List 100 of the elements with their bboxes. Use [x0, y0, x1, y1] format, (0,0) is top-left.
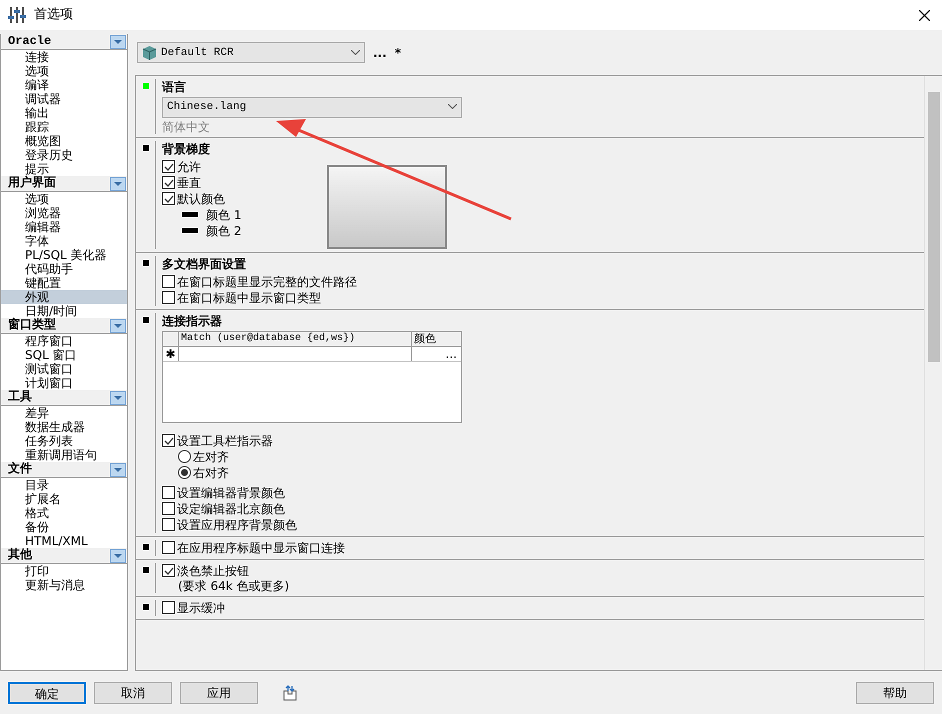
dialog-button[interactable]: 确定: [8, 682, 86, 704]
sidebar-item[interactable]: 登录历史: [1, 148, 127, 162]
more-button[interactable]: ...: [373, 46, 387, 60]
radio-dot-icon: [181, 469, 188, 476]
section-title: 多文档界面设置: [162, 256, 247, 271]
checkbox[interactable]: [162, 541, 175, 554]
sidebar-item[interactable]: 日期/时间: [1, 304, 127, 318]
sidebar-item[interactable]: 选项: [1, 192, 127, 206]
triangle-down-icon: [114, 324, 122, 328]
modified-indicator: *: [394, 46, 401, 60]
language-note: 简体中文: [162, 120, 211, 134]
sidebar-item[interactable]: 任务列表: [1, 434, 127, 448]
sidebar-item[interactable]: 扩展名: [1, 492, 127, 506]
sidebar-item[interactable]: 字体: [1, 234, 127, 248]
sidebar-item[interactable]: 备份: [1, 520, 127, 534]
checkbox[interactable]: [162, 176, 175, 190]
option-label: 设置编辑器背景颜色: [177, 486, 285, 500]
radio-button[interactable]: [178, 450, 191, 464]
collapse-button[interactable]: [110, 462, 126, 476]
scrollbar[interactable]: [924, 76, 942, 670]
sidebar-item[interactable]: 键配置: [1, 276, 127, 290]
option-label: 在窗口标题里显示完整的文件路径: [177, 274, 357, 289]
sidebar-item[interactable]: 跟踪: [1, 120, 127, 134]
sidebar-item[interactable]: 编译: [1, 78, 127, 92]
dialog-button[interactable]: 取消: [94, 682, 172, 704]
sidebar-item[interactable]: SQL 窗口: [1, 348, 127, 362]
collapse-button[interactable]: [110, 176, 126, 190]
collapse-button[interactable]: [110, 548, 126, 562]
option-label: 设置应用程序背景颜色: [177, 518, 297, 532]
option-label: 右对齐: [193, 466, 229, 480]
sidebar-item[interactable]: 差异: [1, 406, 127, 420]
checkbox[interactable]: [162, 601, 175, 614]
color-swatch[interactable]: [182, 228, 198, 234]
sidebar-item[interactable]: PL/SQL 美化器: [1, 248, 127, 262]
chevron-down-icon: [448, 104, 457, 109]
section-title: 背景梯度: [162, 142, 211, 156]
color-label: 颜色 1: [206, 208, 242, 222]
window-title: 首选项: [34, 8, 73, 22]
help-button[interactable]: 帮助: [856, 682, 934, 704]
group-header[interactable]: 文件: [8, 462, 32, 477]
section-title: 语言: [162, 80, 187, 94]
color-label: 颜色 2: [206, 224, 242, 238]
checkbox[interactable]: [162, 291, 175, 304]
checkbox[interactable]: [162, 192, 175, 206]
checkbox[interactable]: [162, 564, 175, 578]
collapse-button[interactable]: [110, 34, 126, 48]
sidebar-item[interactable]: 选项: [1, 64, 127, 78]
radio-button[interactable]: [178, 466, 191, 480]
option-label: 设置工具栏指示器: [177, 434, 273, 448]
option-label: 默认颜色: [177, 192, 225, 206]
sidebar-item[interactable]: 调试器: [1, 92, 127, 106]
checkbox[interactable]: [162, 518, 175, 532]
sidebar-item[interactable]: 外观: [1, 290, 127, 304]
collapse-button[interactable]: [110, 318, 126, 332]
triangle-down-icon: [114, 396, 122, 400]
profile-dropdown[interactable]: Default RCR: [137, 42, 365, 64]
checkbox[interactable]: [162, 275, 175, 288]
option-label: 垂直: [177, 176, 201, 190]
sidebar-item[interactable]: 概览图: [1, 134, 127, 148]
option-label: 在窗口标题中显示窗口类型: [177, 290, 321, 305]
column-header: Match (user@database {ed,ws}): [179, 332, 412, 346]
close-icon[interactable]: [919, 10, 930, 20]
sidebar-item[interactable]: 打印: [1, 564, 127, 578]
option-label: 显示缓冲: [177, 600, 225, 615]
triangle-down-icon: [114, 554, 122, 558]
checkbox[interactable]: [162, 160, 175, 174]
option-note: (要求 64k 色或更多): [177, 578, 290, 593]
settings-icon: [8, 7, 26, 23]
sidebar-item[interactable]: 更新与消息: [1, 578, 127, 592]
sidebar-item[interactable]: 代码助手: [1, 262, 127, 276]
sidebar-item[interactable]: 数据生成器: [1, 420, 127, 434]
sidebar-item[interactable]: 程序窗口: [1, 334, 127, 348]
triangle-down-icon: [114, 40, 122, 44]
checkbox[interactable]: [162, 486, 175, 500]
language-dropdown[interactable]: Chinese.lang: [162, 96, 462, 118]
sidebar-item[interactable]: 编辑器: [1, 220, 127, 234]
triangle-down-icon: [114, 468, 122, 472]
option-label: 淡色禁止按钮: [177, 564, 249, 578]
collapse-button[interactable]: [110, 390, 126, 404]
dialog-button[interactable]: 应用: [180, 682, 258, 704]
group-header[interactable]: 其他: [8, 548, 32, 563]
sidebar-item[interactable]: 连接: [1, 50, 127, 64]
checkbox[interactable]: [162, 502, 175, 516]
checkbox[interactable]: [162, 434, 175, 448]
sidebar-item[interactable]: 目录: [1, 478, 127, 492]
ellipsis-button[interactable]: ...: [446, 346, 457, 361]
group-header[interactable]: 工具: [8, 390, 32, 405]
sidebar-item[interactable]: 测试窗口: [1, 362, 127, 376]
sidebar-item[interactable]: 重新调用语句: [1, 448, 127, 462]
sidebar-item[interactable]: 计划窗口: [1, 376, 127, 390]
sidebar-item[interactable]: 浏览器: [1, 206, 127, 220]
option-label: 在应用程序标题中显示窗口连接: [177, 540, 345, 555]
sidebar-item[interactable]: 格式: [1, 506, 127, 520]
sidebar-item[interactable]: 输出: [1, 106, 127, 120]
package-icon: [142, 46, 157, 60]
option-label: 允许: [177, 160, 201, 174]
sidebar-item[interactable]: HTML/XML: [1, 534, 127, 548]
import-export-icon[interactable]: [282, 685, 298, 701]
sidebar-item[interactable]: 提示: [1, 162, 127, 176]
color-swatch[interactable]: [182, 212, 198, 218]
